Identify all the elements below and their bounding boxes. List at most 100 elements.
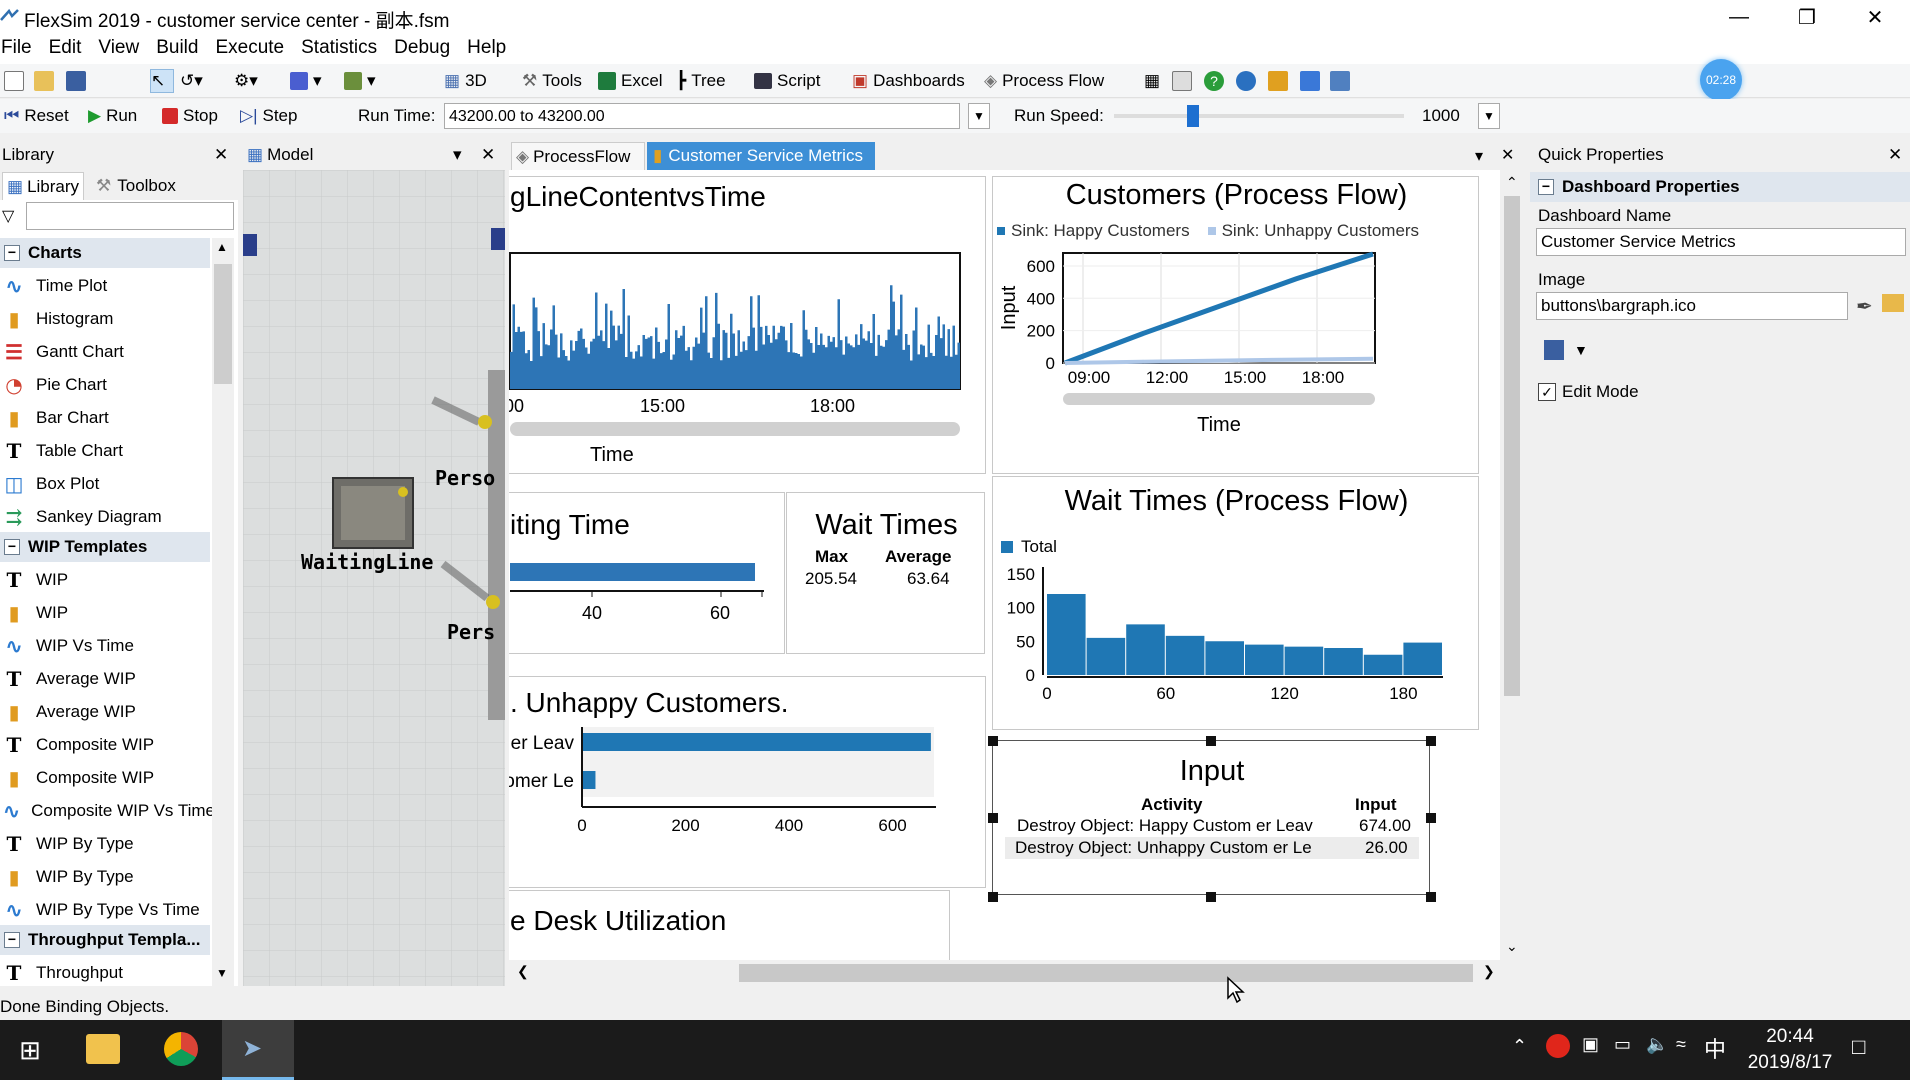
save-dropdown-icon[interactable]: ▼ (1574, 342, 1588, 358)
tab-customer-service-metrics[interactable]: ▮ Customer Service Metrics (647, 142, 875, 170)
file-explorer-icon[interactable] (86, 1034, 120, 1064)
weibo-tray-icon[interactable] (1546, 1034, 1570, 1058)
windows-start-icon[interactable]: ⊞ (0, 1020, 60, 1080)
help-icon[interactable]: ? (1204, 69, 1224, 93)
chart-unhappy-customers[interactable]: . Unhappy Customers. er Leav omer Le 0 200 4… (509, 676, 986, 888)
run-button[interactable]: ▶ Run (88, 104, 137, 128)
resize-handle[interactable] (988, 736, 998, 746)
network-tray-icon[interactable]: ▣ (1582, 1034, 1599, 1055)
library-item-average-wip-bar[interactable]: ▮ Average WIP (0, 695, 210, 728)
library-item-box-plot[interactable]: ◫ Box Plot (0, 467, 210, 500)
resize-handle[interactable] (1206, 892, 1216, 902)
clock-time[interactable]: 20:44 (1730, 1026, 1850, 1048)
category-charts[interactable]: − Charts (0, 238, 210, 268)
scroll-up-icon[interactable]: ▲ (216, 240, 228, 254)
run-speed-dropdown[interactable]: ▼ (1478, 103, 1500, 129)
chrome-icon[interactable] (164, 1032, 198, 1066)
notification-icon[interactable]: □ (1852, 1034, 1865, 1060)
layout-icon[interactable]: ▦ (1144, 69, 1160, 93)
model-3d-canvas[interactable] (243, 170, 505, 986)
vscroll-thumb[interactable] (1504, 196, 1520, 696)
save-icon[interactable] (66, 69, 86, 93)
chart-wait-times-process-flow[interactable]: Wait Times (Process Flow) Total 150 100 50… (992, 476, 1479, 730)
stop-button[interactable]: Stop (162, 104, 218, 128)
library-item-average-wip[interactable]: T Average WIP (0, 662, 210, 695)
menu-statistics[interactable]: Statistics (301, 34, 377, 59)
tab-processflow[interactable]: ◈ ProcessFlow (511, 142, 645, 170)
category-wip-templates[interactable]: − WIP Templates (0, 532, 210, 562)
save-dashboard-icon[interactable] (1544, 340, 1564, 360)
wrench-icon[interactable] (1330, 69, 1350, 93)
library-item-table-chart[interactable]: T Table Chart (0, 434, 210, 467)
library-item-bar-chart[interactable]: ▮ Bar Chart (0, 401, 210, 434)
excel-button[interactable]: Excel (598, 69, 663, 93)
process-flow-button[interactable]: ◈ Process Flow (984, 69, 1104, 93)
show-hidden-icons[interactable]: ⌃ (1512, 1036, 1527, 1057)
step-button[interactable]: ▷| Step (240, 104, 297, 128)
dashboard-hscrollbar[interactable]: ❮ ❯ (509, 960, 1505, 984)
scroll-right-icon[interactable]: ❯ (1483, 963, 1495, 980)
close-window-button[interactable]: ✕ (1840, 0, 1910, 34)
library-item-sankey-diagram[interactable]: ⇉ Sankey Diagram (0, 500, 210, 533)
maximize-button[interactable]: ❐ (1772, 0, 1842, 34)
minimize-button[interactable]: — (1704, 0, 1774, 34)
resize-handle[interactable] (1206, 736, 1216, 746)
resize-handle[interactable] (1426, 736, 1436, 746)
image-path-input[interactable]: buttons\bargraph.ico (1536, 292, 1848, 320)
resize-handle[interactable] (988, 892, 998, 902)
scroll-down-icon[interactable]: ▼ (216, 966, 228, 980)
chart-scrollbar[interactable] (510, 422, 960, 436)
operator-person-1[interactable] (478, 415, 492, 429)
menu-build[interactable]: Build (156, 34, 198, 59)
ime-indicator[interactable]: 中 (1704, 1032, 1726, 1064)
library-item-composite-wip-vs-time[interactable]: ∿ Composite WIP Vs Time (0, 794, 215, 827)
library-item-wip-vs-time[interactable]: ∿ WIP Vs Time (0, 629, 210, 662)
dashboard-name-input[interactable]: Customer Service Metrics (1536, 228, 1906, 256)
quick-properties-close-icon[interactable]: ✕ (1888, 145, 1902, 165)
reset-button[interactable]: ⏮ Reset (4, 104, 69, 128)
chart-customers-process-flow[interactable]: Customers (Process Flow) Sink: Happy Cus… (992, 176, 1479, 474)
statistics-icon[interactable] (1268, 69, 1288, 93)
library-item-wip-bar[interactable]: ▮ WIP (0, 596, 210, 629)
volume-icon[interactable]: 🔈 (1646, 1034, 1668, 1055)
globe-icon[interactable] (1236, 69, 1256, 93)
library-item-histogram[interactable]: ▮ Histogram (0, 302, 210, 335)
run-time-dropdown[interactable]: ▼ (968, 103, 990, 129)
run-speed-slider[interactable] (1186, 105, 1199, 127)
chart-waiting-time[interactable]: iting Time 40 60 (509, 492, 785, 654)
library-scrollbar[interactable]: ▲ ▼ (212, 238, 234, 986)
calendar-icon[interactable] (1172, 69, 1192, 93)
library-item-wip[interactable]: T WIP (0, 563, 210, 596)
tab-library[interactable]: ▦ Library (2, 172, 84, 200)
tree-button[interactable]: ┣ Tree (676, 69, 726, 93)
menu-execute[interactable]: Execute (215, 34, 284, 59)
scroll-up-icon[interactable]: ⌃ (1506, 174, 1518, 191)
resize-handle[interactable] (1426, 813, 1436, 823)
object-tool-icon[interactable]: ⚙▾ (234, 69, 258, 93)
menu-help[interactable]: Help (467, 34, 506, 59)
dashboards-button[interactable]: ▣ Dashboards (852, 69, 965, 93)
shape-tool-icon[interactable]: ▾ (290, 69, 322, 93)
select-pointer-icon[interactable]: ↖ (150, 69, 174, 93)
menu-view[interactable]: View (98, 34, 139, 59)
connect-objects-icon[interactable]: ↺▾ (180, 69, 203, 93)
library-item-time-plot[interactable]: ∿ Time Plot (0, 269, 210, 302)
chart-input-table[interactable]: Input Activity Input Destroy Object: Hap… (992, 740, 1430, 895)
menu-edit[interactable]: Edit (49, 34, 82, 59)
scrollbar-thumb[interactable] (214, 264, 232, 384)
flexsim-taskbar-button[interactable]: ➤ (222, 1020, 294, 1080)
library-item-composite-wip[interactable]: T Composite WIP (0, 728, 210, 761)
category-throughput-templates[interactable]: − Throughput Templa... (0, 925, 210, 955)
battery-icon[interactable]: ▭ (1614, 1034, 1631, 1055)
scroll-down-icon[interactable]: ⌄ (1506, 938, 1518, 955)
3d-view-button[interactable]: ▦ 3D (444, 69, 487, 93)
library-item-gantt-chart[interactable]: ☰ Gantt Chart (0, 335, 210, 368)
chart-wait-times[interactable]: Wait Times Max Average 205.54 63.64 (786, 492, 985, 654)
dashboard-vscrollbar[interactable]: ⌃ ⌄ (1500, 170, 1524, 960)
library-item-throughput[interactable]: T Throughput (0, 956, 210, 986)
menu-debug[interactable]: Debug (394, 34, 450, 59)
library-item-composite-wip-bar[interactable]: ▮ Composite WIP (0, 761, 210, 794)
library-item-pie-chart[interactable]: ◔ Pie Chart (0, 368, 210, 401)
library-item-wip-by-type[interactable]: T WIP By Type (0, 827, 210, 860)
model-tab-title[interactable]: Model (267, 145, 313, 165)
